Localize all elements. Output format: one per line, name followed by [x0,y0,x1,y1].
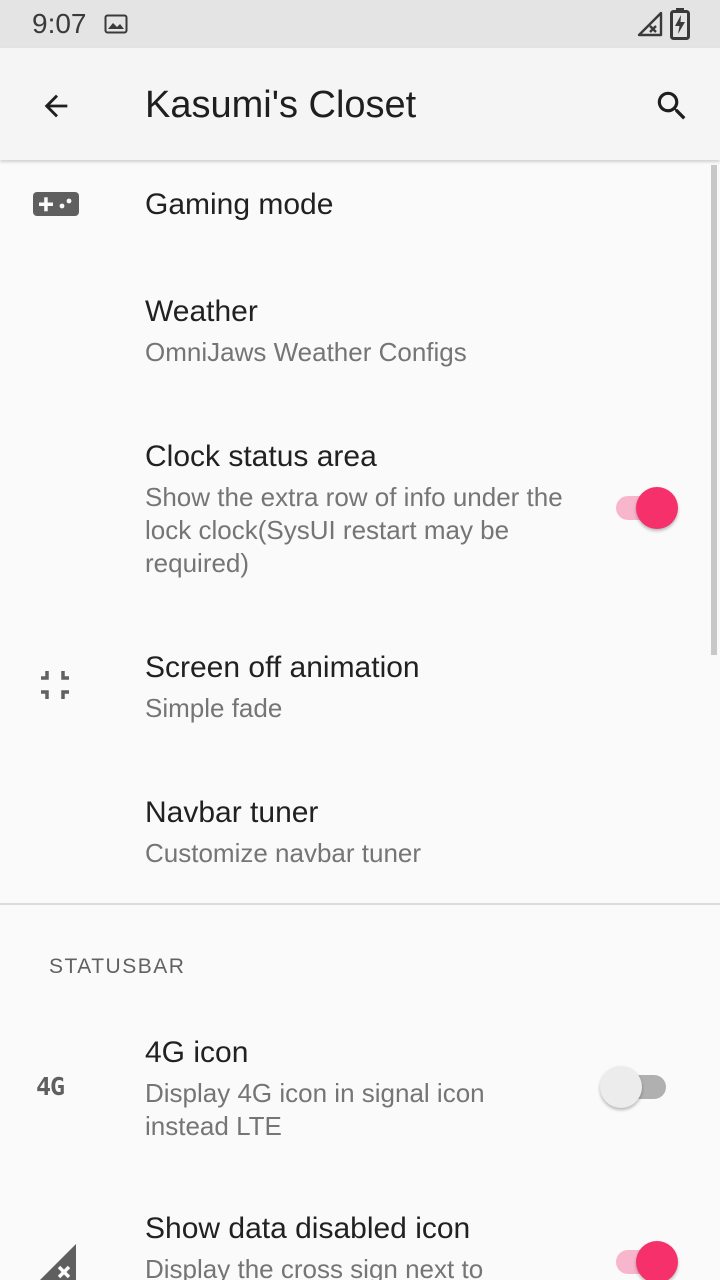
collapse-icon [41,671,69,699]
switch-thumb [600,1066,642,1108]
section-divider [0,903,720,905]
pref-4g-icon[interactable]: 4G 4G icon Display 4G icon in signal ico… [0,1010,720,1160]
pref-summary: Simple fade [145,693,283,723]
data-disabled-icon-switch[interactable] [612,1240,682,1280]
signal-cross-icon [40,1244,76,1280]
search-icon [657,91,686,120]
section-header-statusbar: STATUSBAR [49,955,186,978]
4g-icon-switch[interactable] [600,1065,674,1109]
status-bar: 9:07 [0,0,720,48]
4g-icon: 4G [36,1072,65,1101]
pref-summary: Display the cross sign next to [145,1254,484,1280]
gamepad-icon [33,192,79,216]
pref-screen-off-animation[interactable]: Screen off animation Simple fade [0,625,720,745]
pref-title: Navbar tuner [145,796,319,829]
pref-summary: Display 4G icon in signal icon instead L… [145,1078,485,1141]
page-title: Kasumi's Closet [145,84,417,126]
switch-thumb [636,1241,678,1280]
pref-title: Show data disabled icon [145,1212,471,1245]
clock-status-area-switch[interactable] [612,486,682,530]
pref-title: Weather [145,295,258,328]
pref-gaming-mode[interactable]: Gaming mode [0,162,720,250]
pref-navbar-tuner[interactable]: Navbar tuner Customize navbar tuner [0,772,720,890]
pref-title: Screen off animation [145,651,420,684]
image-icon [104,14,128,34]
pref-clock-status-area[interactable]: Clock status area Show the extra row of … [0,410,720,610]
switch-thumb [636,487,678,529]
back-button[interactable] [28,78,84,134]
back-arrow-icon [44,94,68,118]
pref-title: Clock status area [145,440,377,473]
status-time: 9:07 [32,8,87,39]
pref-show-data-disabled-icon[interactable]: Show data disabled icon Display the cros… [0,1188,720,1280]
pref-weather[interactable]: Weather OmniJaws Weather Configs [0,270,720,386]
search-button[interactable] [644,78,700,134]
signal-off-icon [637,11,663,37]
pref-summary: OmniJaws Weather Configs [145,337,467,367]
pref-summary: Show the extra row of info under the loc… [145,482,563,578]
battery-charging-icon [670,8,690,40]
app-bar: Kasumi's Closet [0,48,720,160]
pref-title: 4G icon [145,1036,249,1069]
pref-summary: Customize navbar tuner [145,838,422,868]
pref-title: Gaming mode [145,188,334,221]
